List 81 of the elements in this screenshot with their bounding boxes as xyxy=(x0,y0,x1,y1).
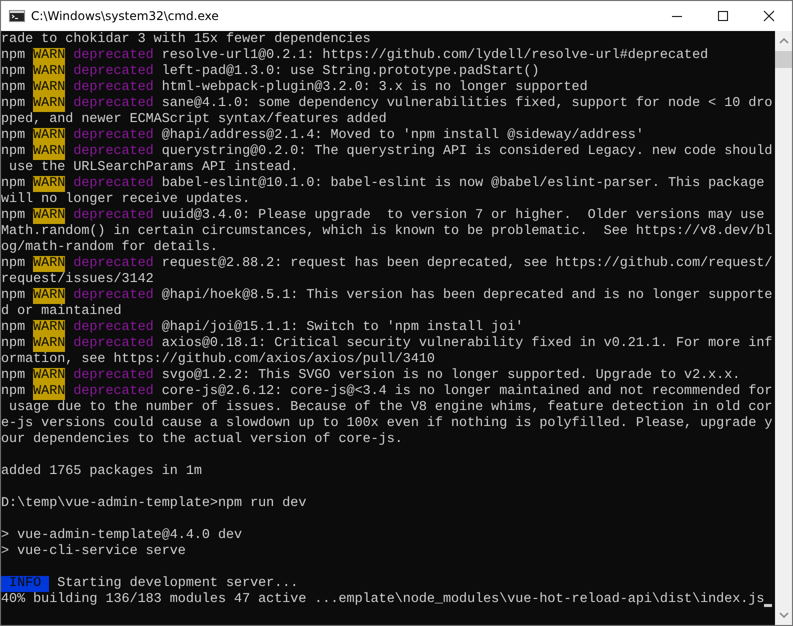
console-line: added 1765 packages in 1m xyxy=(1,464,202,480)
deprecated-label: deprecated xyxy=(73,336,154,352)
npm-prefix: npm xyxy=(1,80,26,96)
log-message: Starting development server... xyxy=(57,576,298,592)
npm-prefix: npm xyxy=(1,144,26,160)
deprecated-label: deprecated xyxy=(73,208,154,224)
console-line: will no longer receive updates. xyxy=(1,192,250,208)
npm-prefix: npm xyxy=(1,336,26,352)
deprecated-label: deprecated xyxy=(73,320,154,336)
console-line: D:\temp\vue-admin-template>npm run dev xyxy=(1,496,306,512)
log-message: svgo@1.2.2: This SVGO version is no longer supported. Upgrade to v2.x.x. xyxy=(162,368,740,384)
deprecated-label: deprecated xyxy=(73,384,154,400)
deprecated-label: deprecated xyxy=(73,176,154,192)
console-line: ormation, see https://github.com/axios/axios/pull/3410 xyxy=(1,352,435,368)
warn-badge: WARN xyxy=(33,288,66,304)
deprecated-label: deprecated xyxy=(73,96,154,112)
deprecated-label: deprecated xyxy=(73,80,154,96)
warn-badge: WARN xyxy=(33,368,66,384)
deprecated-label: deprecated xyxy=(73,144,154,160)
maximize-icon xyxy=(717,10,729,22)
npm-prefix: npm xyxy=(1,176,26,192)
warn-badge: WARN xyxy=(33,320,66,336)
console-line: > vue-cli-service serve xyxy=(1,544,186,560)
npm-prefix: npm xyxy=(1,384,26,400)
log-message: @hapi/joi@15.1.1: Switch to 'npm install joi' xyxy=(162,320,524,336)
warn-badge: WARN xyxy=(33,144,66,160)
deprecated-label: deprecated xyxy=(73,128,154,144)
info-badge: INFO xyxy=(1,576,50,592)
console-line: Math.random() in certain circumstances, which is known to be problematic. See https://v8.dev/bl xyxy=(1,224,772,240)
console-app-icon xyxy=(9,8,25,24)
console-line: og/math-random for details. xyxy=(1,240,218,256)
deprecated-label: deprecated xyxy=(73,64,154,80)
npm-prefix: npm xyxy=(1,320,26,336)
console-line: our dependencies to the actual version of core-js. xyxy=(1,432,403,448)
warn-badge: WARN xyxy=(33,48,66,64)
npm-prefix: npm xyxy=(1,96,26,112)
warn-badge: WARN xyxy=(33,208,66,224)
log-message: request@2.88.2: request has been deprecated, see https://github.com/request/ xyxy=(162,256,772,272)
console-line: usage due to the number of issues. Because of the V8 engine whims, feature detection in old cor xyxy=(8,400,772,416)
close-icon xyxy=(763,10,775,22)
log-message: @hapi/hoek@8.5.1: This version has been deprecated and is no longer supporte xyxy=(162,288,772,304)
warn-badge: WARN xyxy=(33,96,66,112)
scrollbar-thumb[interactable] xyxy=(775,51,792,68)
deprecated-label: deprecated xyxy=(73,288,154,304)
npm-prefix: npm xyxy=(1,128,26,144)
log-message: axios@0.18.1: Critical security vulnerability fixed in v0.21.1. For more inf xyxy=(162,336,772,352)
log-message: @hapi/address@2.1.4: Moved to 'npm install @sideway/address' xyxy=(162,128,644,144)
warn-badge: WARN xyxy=(33,176,66,192)
log-message: sane@4.1.0: some dependency vulnerabilities fixed, support for node < 10 dro xyxy=(162,96,772,112)
log-message: uuid@3.4.0: Please upgrade to version 7 or higher. Older versions may use xyxy=(162,208,764,224)
deprecated-label: deprecated xyxy=(73,48,154,64)
npm-prefix: npm xyxy=(1,48,26,64)
window-title: C:\Windows\system32\cmd.exe xyxy=(31,9,219,23)
deprecated-label: deprecated xyxy=(73,368,154,384)
warn-badge: WARN xyxy=(33,64,66,80)
console-line: pped, and newer ECMAScript syntax/features added xyxy=(1,112,387,128)
deprecated-label: deprecated xyxy=(73,256,154,272)
log-message: core-js@2.6.12: core-js@<3.4 is no longer maintained and not recommended for xyxy=(162,384,772,400)
console-line: e-js versions could cause a slowdown up to 100x even if nothing is polyfilled. Please, upgrade y xyxy=(1,416,772,432)
console-line: request/issues/3142 xyxy=(1,272,154,288)
log-message: resolve-url1@0.2.1: https://github.com/lydell/resolve-url#deprecated xyxy=(162,48,708,64)
warn-badge: WARN xyxy=(33,128,66,144)
console-line: use the URLSearchParams API instead. xyxy=(8,160,298,176)
scrollbar[interactable] xyxy=(775,31,792,625)
log-message: html-webpack-plugin@3.2.0: 3.x is no longer supported xyxy=(162,80,588,96)
npm-prefix: npm xyxy=(1,208,26,224)
npm-prefix: npm xyxy=(1,368,26,384)
npm-prefix: npm xyxy=(1,64,26,80)
console-line: rade to chokidar 3 with 15x fewer dependencies xyxy=(1,32,371,48)
warn-badge: WARN xyxy=(33,336,66,352)
log-message: babel-eslint@10.1.0: babel-eslint is now @babel/eslint-parser. This package xyxy=(162,176,764,192)
console-line: 40% building 136/183 modules 47 active ...emplate\node_modules\vue-hot-reload-api\dist\index.js xyxy=(1,592,764,608)
log-message: querystring@0.2.0: The querystring API is considered Legacy. new code should xyxy=(162,144,772,160)
warn-badge: WARN xyxy=(33,80,66,96)
npm-prefix: npm xyxy=(1,288,26,304)
npm-prefix: npm xyxy=(1,256,26,272)
console-line: > vue-admin-template@4.4.0 dev xyxy=(1,528,242,544)
warn-badge: WARN xyxy=(33,384,66,400)
log-message: left-pad@1.3.0: use String.prototype.padStart() xyxy=(162,64,540,80)
console-line: d or maintained xyxy=(1,304,122,320)
warn-badge: WARN xyxy=(33,256,66,272)
